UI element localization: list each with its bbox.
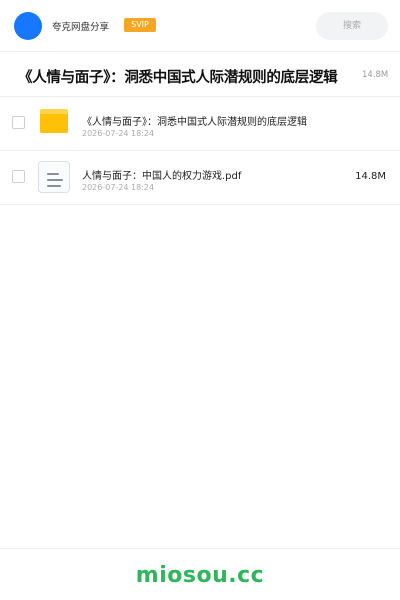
file-date: 2026-07-24 18:24 <box>82 129 155 138</box>
file-size: 14.8M <box>355 171 386 182</box>
row-checkbox[interactable] <box>12 170 25 183</box>
search-input[interactable] <box>316 12 388 40</box>
title-size: 14.8M <box>362 70 389 80</box>
brand-logo[interactable]: miosou.cc <box>0 563 400 588</box>
avatar[interactable] <box>14 12 42 40</box>
site-name: 夸克网盘分享 <box>52 22 110 33</box>
folder-icon <box>40 109 68 133</box>
file-row-pdf[interactable]: 人情与面子：中国人的权力游戏.pdf 2026-07-24 18:24 14.8… <box>0 151 400 205</box>
document-icon <box>38 161 70 193</box>
file-name[interactable]: 人情与面子：中国人的权力游戏.pdf <box>82 167 352 182</box>
header: 夸克网盘分享 SVIP <box>0 0 400 52</box>
file-name[interactable]: 《人情与面子》：洞悉中国式人际潜规则的底层逻辑 <box>82 113 352 128</box>
svip-badge: SVIP <box>124 18 156 32</box>
page-title: 《人情与面子》：洞悉中国式人际潜规则的底层逻辑 <box>18 70 338 86</box>
row-checkbox[interactable] <box>12 116 25 129</box>
file-row-folder[interactable]: 《人情与面子》：洞悉中国式人际潜规则的底层逻辑 2026-07-24 18:24 <box>0 97 400 151</box>
title-bar: 《人情与面子》：洞悉中国式人际潜规则的底层逻辑 14.8M <box>0 53 400 97</box>
file-date: 2026-07-24 18:24 <box>82 183 155 192</box>
footer: miosou.cc <box>0 548 400 600</box>
